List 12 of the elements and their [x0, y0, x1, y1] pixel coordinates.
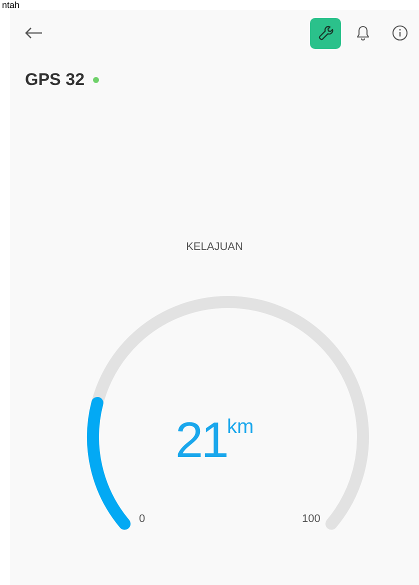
- wrench-button[interactable]: [310, 18, 341, 48]
- info-icon: [392, 25, 408, 41]
- gauge-max-label: 100: [302, 512, 320, 526]
- speed-unit: km: [226, 416, 254, 436]
- gauge-min-label: 0: [139, 512, 146, 526]
- wrench-icon: [318, 25, 334, 41]
- back-arrow-icon: [25, 27, 43, 39]
- cut-off-title: ntah: [2, 0, 20, 10]
- bell-icon: [356, 25, 370, 41]
- device-name: GPS 32: [25, 69, 85, 91]
- speed-value: 21: [175, 414, 227, 464]
- gauge-label: KELAJUAN: [185, 240, 244, 254]
